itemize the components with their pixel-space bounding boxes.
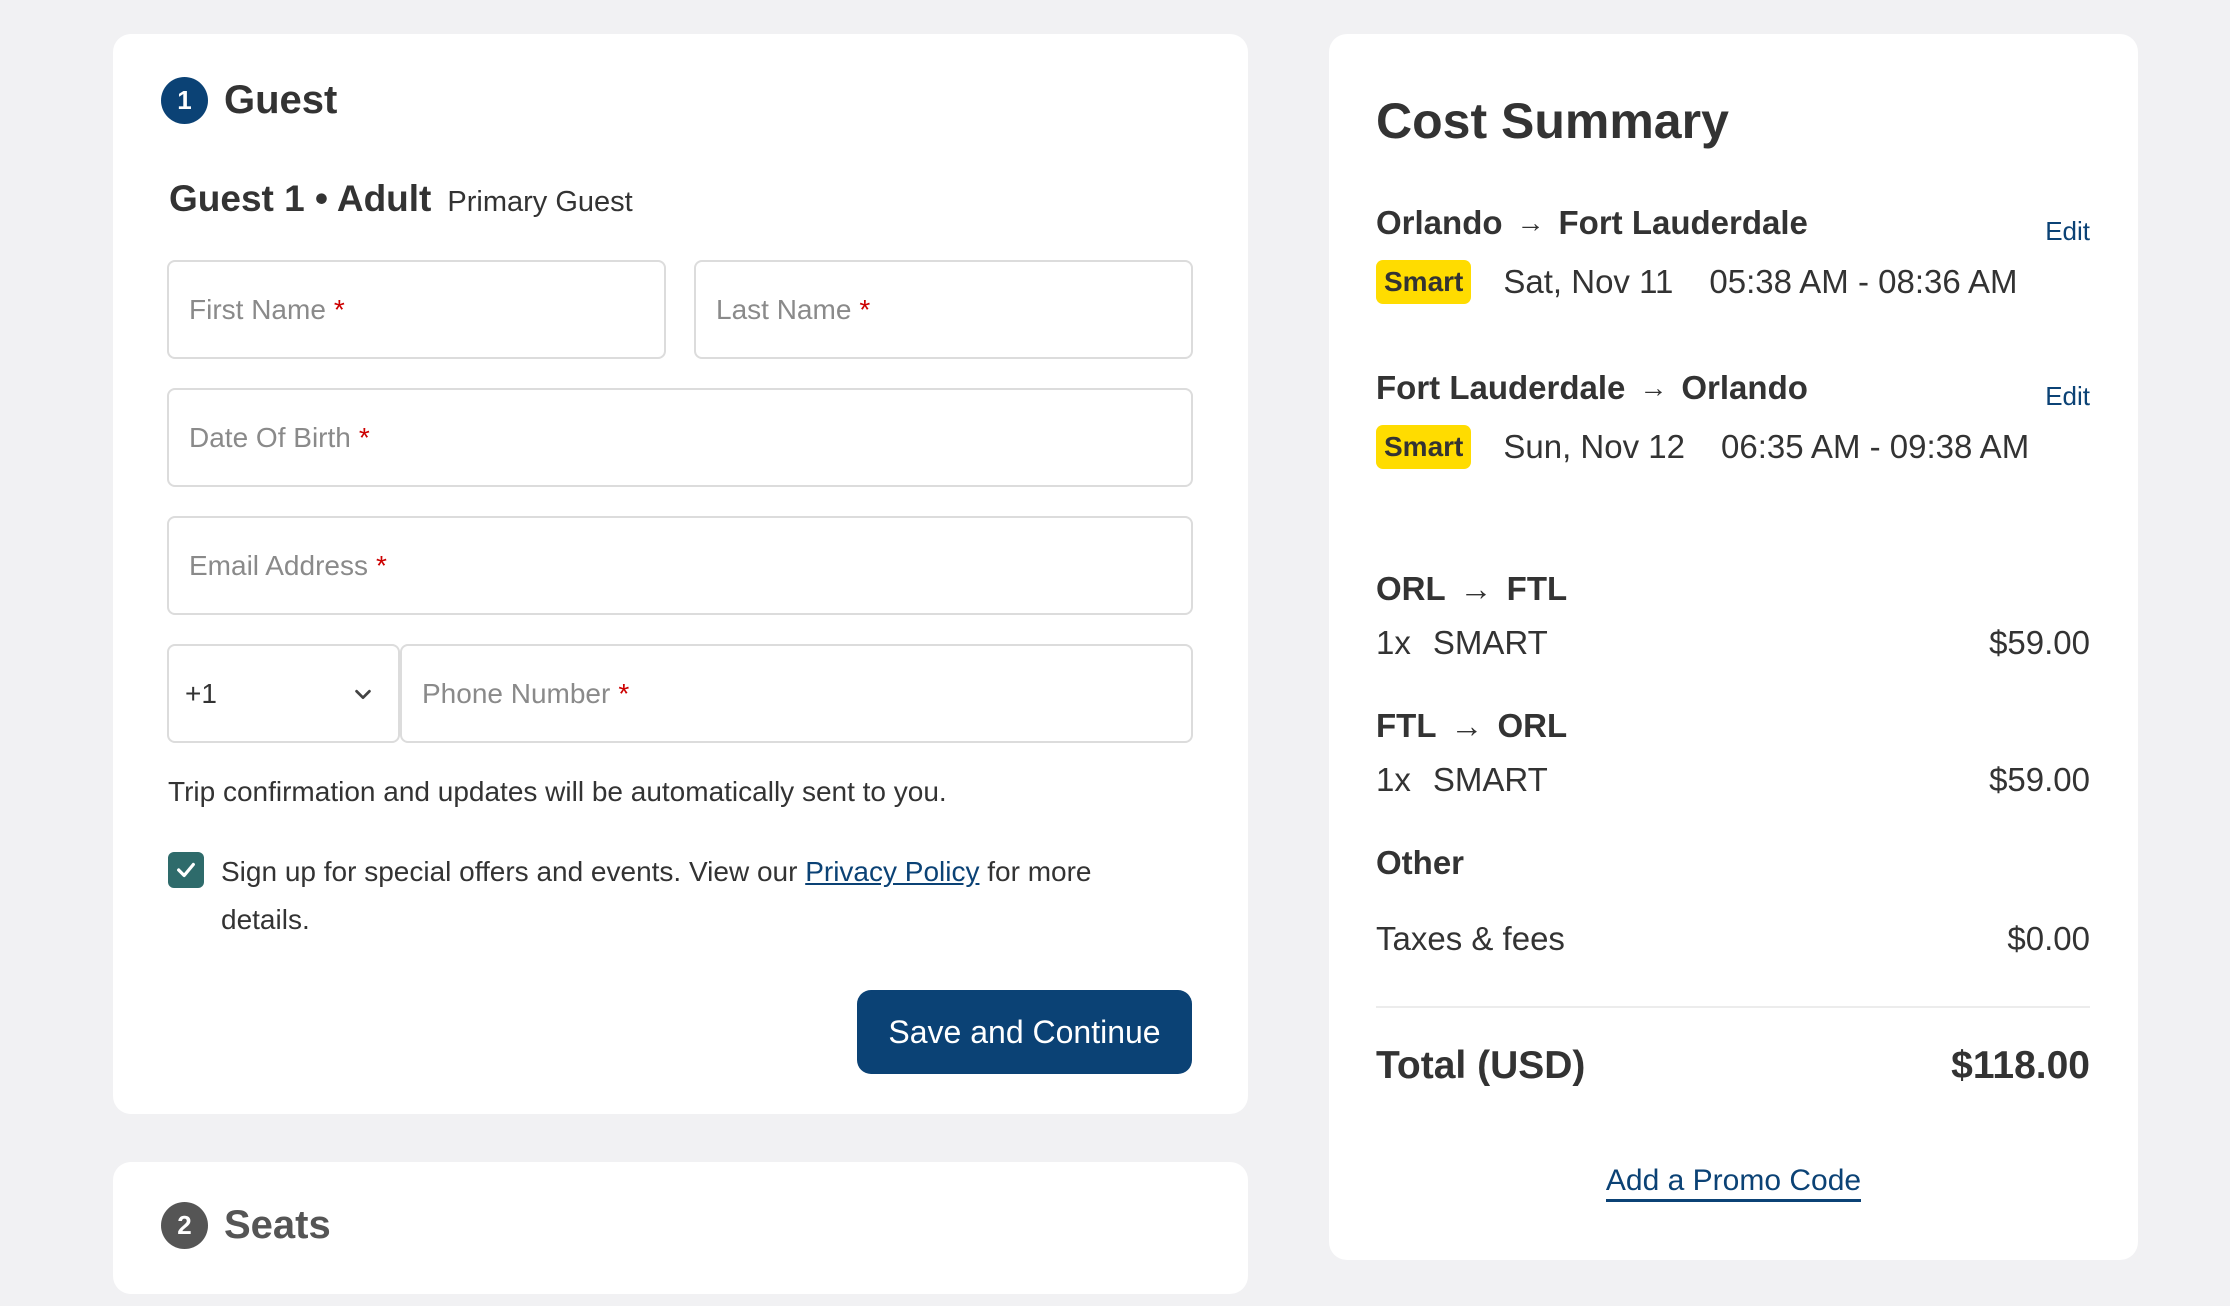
fare-badge: Smart: [1376, 260, 1472, 304]
leg-route: Orlando → Fort Lauderdale: [1376, 204, 2090, 242]
leg-route: Fort Lauderdale → Orlando: [1376, 369, 2090, 407]
offers-checkbox[interactable]: [168, 852, 204, 888]
guest-section-card: 1 Guest Guest 1 • Adult Primary Guest Fi…: [113, 34, 1248, 1114]
cost-summary-title: Cost Summary: [1376, 93, 1729, 149]
required-marker: *: [333, 293, 345, 325]
leg-time: 06:35 AM - 09:38 AM: [1721, 428, 2030, 465]
step-number-badge: 2: [161, 1202, 208, 1249]
country-code-value: +1: [185, 677, 217, 709]
other-heading: Other: [1376, 844, 1465, 881]
add-promo-code-link[interactable]: Add a Promo Code: [1605, 1164, 1862, 1202]
price-row: 1x SMART $59.00: [1376, 624, 2090, 662]
last-name-placeholder: Last Name: [716, 293, 852, 325]
trip-leg: Orlando → Fort Lauderdale Edit Smart Sat…: [1376, 204, 2090, 304]
seats-step-header: 2 Seats: [161, 1202, 331, 1249]
step-number-badge: 1: [161, 77, 208, 124]
primary-guest-tag: Primary Guest: [447, 186, 633, 218]
arrow-right-icon: →: [1639, 372, 1668, 403]
save-and-continue-button[interactable]: Save and Continue: [857, 990, 1192, 1074]
trip-leg: Fort Lauderdale → Orlando Edit Smart Sun…: [1376, 369, 2090, 469]
edit-leg-link[interactable]: Edit: [2045, 381, 2090, 412]
arrow-right-icon: →: [1516, 207, 1545, 238]
section-title: Guest: [224, 78, 338, 122]
fare-badge: Smart: [1376, 425, 1472, 469]
leg-origin: Fort Lauderdale: [1376, 369, 1626, 406]
leg-destination: Fort Lauderdale: [1558, 204, 1808, 241]
email-field[interactable]: Email Address *: [167, 516, 1193, 615]
phone-number-field[interactable]: Phone Number *: [400, 644, 1193, 743]
total-label: Total (USD): [1376, 1044, 1586, 1087]
leg-details: Smart Sat, Nov 11 05:38 AM - 08:36 AM: [1376, 260, 2090, 304]
price-line-item: ORL → FTL 1x SMART $59.00: [1376, 570, 2090, 662]
fare-type: SMART: [1432, 761, 1548, 798]
phone-placeholder: Phone Number: [422, 677, 611, 709]
email-placeholder: Email Address: [189, 549, 368, 581]
first-name-placeholder: First Name: [189, 293, 326, 325]
quantity: 1x: [1376, 624, 1411, 661]
route-destination-code: ORL: [1497, 707, 1568, 744]
required-marker: *: [859, 293, 871, 325]
divider: [1376, 1006, 2090, 1008]
edit-leg-link[interactable]: Edit: [2045, 216, 2090, 247]
taxes-label: Taxes & fees: [1376, 920, 1565, 957]
route-destination-code: FTL: [1506, 570, 1568, 607]
leg-time: 05:38 AM - 08:36 AM: [1709, 263, 2018, 300]
optin-text-before: Sign up for special offers and events. V…: [221, 856, 806, 887]
checkmark-icon: [177, 862, 195, 878]
taxes-value: $0.00: [2007, 920, 2090, 957]
total-row: Total (USD) $118.00: [1376, 1044, 2090, 1088]
price-line-item: FTL → ORL 1x SMART $59.00: [1376, 707, 2090, 799]
chevron-down-icon: [355, 689, 371, 699]
confirmation-note: Trip confirmation and updates will be au…: [168, 776, 947, 807]
price-route: ORL → FTL: [1376, 570, 2090, 608]
guest-label: Guest 1 • Adult: [169, 178, 432, 219]
guest-step-header: 1 Guest: [161, 77, 337, 124]
arrow-right-icon: →: [1450, 707, 1484, 744]
route-origin-code: FTL: [1376, 707, 1437, 744]
price-row: 1x SMART $59.00: [1376, 761, 2090, 799]
required-marker: *: [375, 549, 387, 581]
guest-subheader: Guest 1 • Adult Primary Guest: [169, 178, 633, 220]
date-of-birth-field[interactable]: Date Of Birth *: [167, 388, 1193, 487]
price-value: $59.00: [1989, 624, 2090, 661]
cost-summary-card: Cost Summary Orlando → Fort Lauderdale E…: [1329, 34, 2138, 1260]
seats-section-card[interactable]: 2 Seats: [113, 1162, 1248, 1294]
leg-origin: Orlando: [1376, 204, 1503, 241]
fare-type: SMART: [1432, 624, 1548, 661]
country-code-select[interactable]: +1: [167, 644, 400, 743]
optin-text: Sign up for special offers and events. V…: [221, 848, 1128, 944]
leg-date: Sun, Nov 12: [1503, 428, 1685, 465]
price-value: $59.00: [1989, 761, 2090, 798]
total-value: $118.00: [1951, 1044, 2090, 1087]
leg-details: Smart Sun, Nov 12 06:35 AM - 09:38 AM: [1376, 425, 2090, 469]
taxes-row: Taxes & fees $0.00: [1376, 920, 2090, 958]
leg-date: Sat, Nov 11: [1503, 263, 1674, 300]
section-title: Seats: [224, 1203, 331, 1247]
offers-optin: Sign up for special offers and events. V…: [168, 848, 1128, 944]
other-charges: Other Taxes & fees $0.00: [1376, 844, 2090, 958]
privacy-policy-link[interactable]: Privacy Policy: [805, 856, 979, 887]
leg-destination: Orlando: [1681, 369, 1808, 406]
first-name-field[interactable]: First Name *: [167, 260, 666, 359]
route-origin-code: ORL: [1376, 570, 1446, 607]
price-route: FTL → ORL: [1376, 707, 2090, 745]
required-marker: *: [358, 421, 370, 453]
required-marker: *: [618, 677, 630, 709]
promo-container: Add a Promo Code: [1329, 1164, 2138, 1202]
quantity: 1x: [1376, 761, 1411, 798]
arrow-right-icon: →: [1459, 570, 1493, 607]
date-of-birth-placeholder: Date Of Birth: [189, 421, 351, 453]
last-name-field[interactable]: Last Name *: [694, 260, 1193, 359]
